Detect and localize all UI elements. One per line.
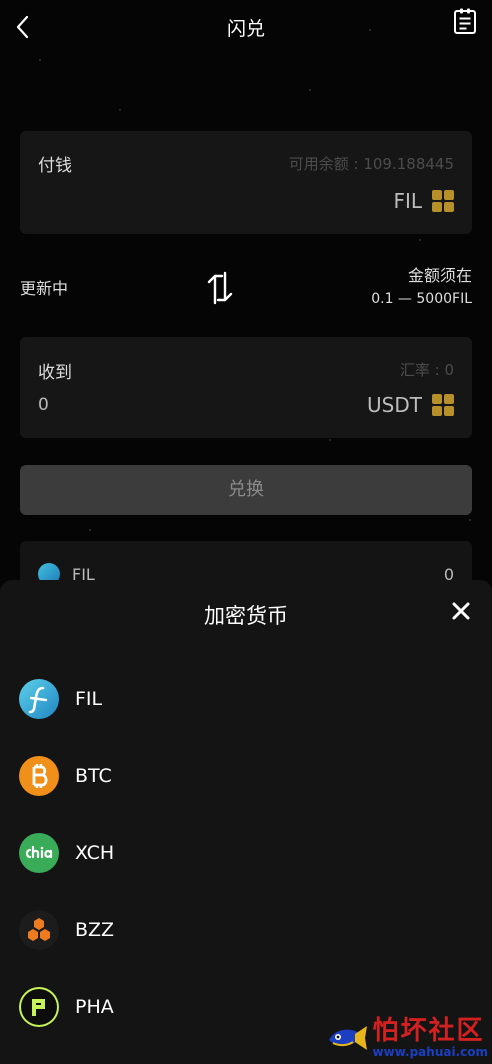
pay-label: 付钱 bbox=[38, 156, 72, 176]
rate-status: 更新中 bbox=[20, 279, 69, 298]
coin-item-btc[interactable]: BTC bbox=[0, 737, 492, 814]
coin-name: XCH bbox=[75, 841, 115, 864]
watermark-name: 怕坏社区 bbox=[372, 1016, 485, 1046]
exchange-rate: 汇率 : 0 bbox=[399, 361, 454, 379]
btc-icon bbox=[19, 755, 59, 796]
coin-item-xch[interactable]: XCH bbox=[0, 814, 492, 891]
fil-icon bbox=[19, 678, 59, 719]
grid-icon bbox=[432, 190, 454, 212]
receive-currency-code: USDT bbox=[367, 393, 422, 417]
receive-amount: 0 bbox=[38, 395, 49, 415]
watermark-url: www.pahuai.com bbox=[372, 1045, 488, 1059]
bzz-icon bbox=[19, 909, 59, 950]
amount-limit-title: 金额须在 bbox=[407, 266, 472, 285]
coin-list: FIL BTC XCH BZZ PHA bbox=[0, 660, 492, 1045]
coin-name: FIL bbox=[75, 687, 103, 710]
fish-logo-icon bbox=[328, 1026, 367, 1050]
amount-limit-range: 0.1 — 5000FIL bbox=[371, 291, 472, 307]
coin-name: BZZ bbox=[75, 918, 115, 941]
available-balance: 可用余额 : 109.188445 bbox=[288, 155, 454, 173]
receive-label: 收到 bbox=[38, 363, 72, 383]
pay-currency-select[interactable]: FIL bbox=[393, 189, 454, 213]
coin-item-bzz[interactable]: BZZ bbox=[0, 891, 492, 968]
document-list-icon bbox=[454, 8, 476, 34]
chia-icon bbox=[19, 832, 59, 873]
header: 闪兑 bbox=[0, 0, 492, 56]
page-title: 闪兑 bbox=[226, 18, 265, 40]
close-icon bbox=[452, 602, 470, 620]
coin-name: PHA bbox=[75, 995, 114, 1018]
pay-currency-code: FIL bbox=[393, 189, 422, 213]
exchange-button[interactable]: 兑换 bbox=[20, 465, 472, 515]
coin-item-fil[interactable]: FIL bbox=[0, 660, 492, 737]
records-button[interactable] bbox=[452, 7, 478, 35]
sheet-title: 加密货币 bbox=[204, 604, 288, 628]
close-button[interactable] bbox=[450, 600, 472, 622]
swap-screen: 闪兑 付钱 可用余额 : 109.188445 FIL 更新中 金额须在 0.1… bbox=[0, 0, 492, 1064]
crypto-picker-sheet: 加密货币 FIL BTC XCH BZZ PHA bbox=[0, 580, 492, 1064]
swap-arrows-icon bbox=[207, 271, 233, 305]
grid-icon bbox=[432, 394, 454, 416]
swap-direction-button[interactable] bbox=[204, 270, 236, 306]
receive-currency-select[interactable]: USDT bbox=[367, 393, 454, 417]
receive-card: 收到 汇率 : 0 0 USDT bbox=[20, 337, 472, 438]
pay-card: 付钱 可用余额 : 109.188445 FIL bbox=[20, 131, 472, 234]
watermark-text: 怕坏社区 www.pahuai.com bbox=[373, 1017, 488, 1059]
watermark: 怕坏社区 www.pahuai.com bbox=[325, 1016, 488, 1060]
coin-name: BTC bbox=[75, 764, 112, 787]
pha-icon bbox=[19, 986, 59, 1027]
